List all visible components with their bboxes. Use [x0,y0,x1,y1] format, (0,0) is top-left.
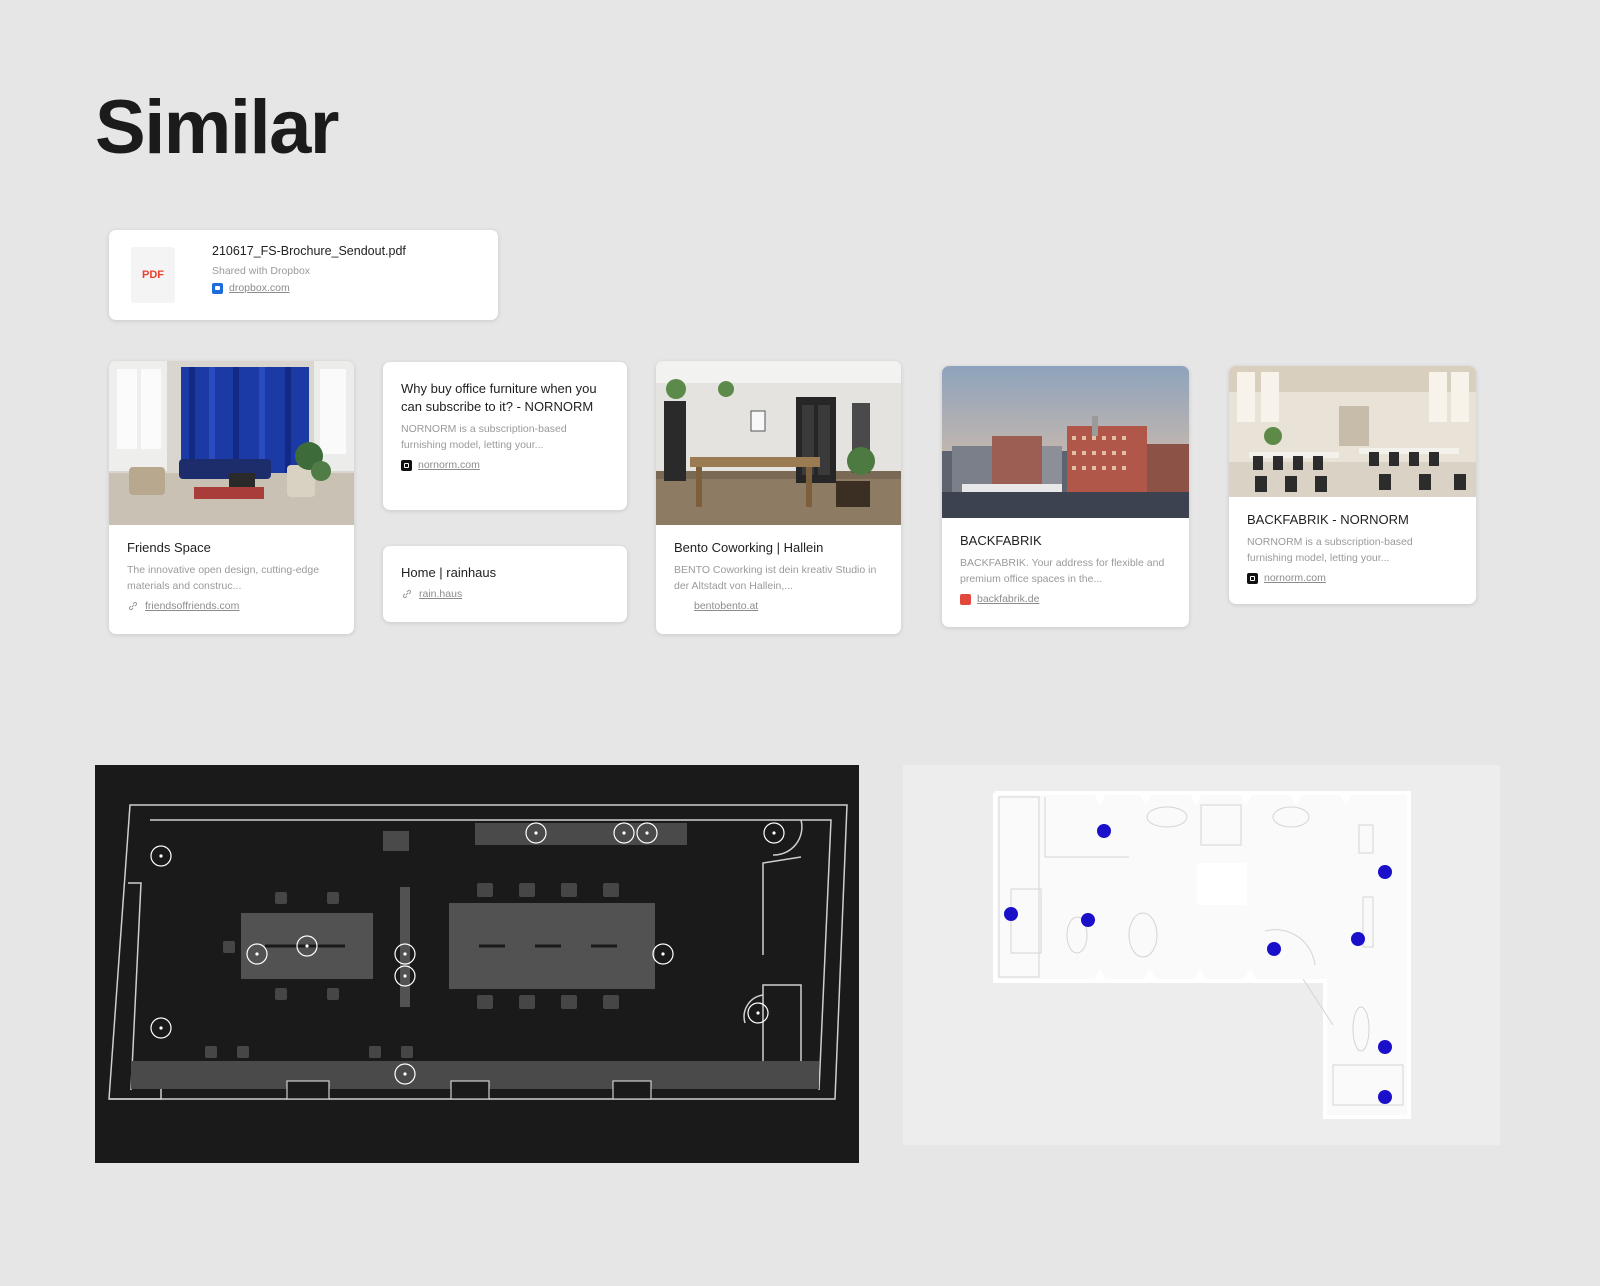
link-card-bento-coworking[interactable]: Bento Coworking | Hallein BENTO Coworkin… [656,361,901,634]
card-image-bento-coworking [656,361,901,525]
pdf-file-icon: PDF [131,247,175,303]
card-description: NORNORM is a subscription-based furnishi… [401,423,567,451]
card-title[interactable]: Bento Coworking | Hallein [674,539,883,557]
pdf-file-card[interactable]: PDF 210617_FS-Brochure_Sendout.pdf Share… [109,230,498,320]
nornorm-icon [1247,572,1258,584]
card-image-backfabrik [942,366,1189,518]
link-card-nornorm[interactable]: Why buy office furniture when you can su… [383,362,627,510]
card-source-link[interactable]: nornorm.com [401,459,609,471]
card-source-link[interactable]: rain.haus [401,588,609,600]
card-image-backfabrik-nornorm [1229,366,1476,497]
card-source-url[interactable]: rain.haus [419,588,462,600]
card-source-url[interactable]: friendsoffriends.com [145,600,239,612]
pdf-source-url[interactable]: dropbox.com [229,282,290,294]
card-source-url[interactable]: nornorm.com [1264,572,1326,584]
card-source-url[interactable]: bentobento.at [694,600,758,612]
backfabrik-icon [960,593,971,605]
floor-plan-dark[interactable] [95,765,859,1163]
link-card-friends-space[interactable]: Friends Space The innovative open design… [109,361,354,634]
card-source-url[interactable]: nornorm.com [418,459,480,471]
link-card-backfabrik-nornorm[interactable]: BACKFABRIK - NORNORM NORNORM is a subscr… [1229,366,1476,604]
pdf-source-link[interactable]: dropbox.com [212,282,406,294]
card-description: BENTO Coworking ist dein kreativ Studio … [674,564,877,592]
card-source-link[interactable]: friendsoffriends.com [127,600,336,612]
card-title[interactable]: BACKFABRIK - NORNORM [1247,511,1458,529]
page-title: Similar [95,85,339,170]
card-source-link[interactable]: bentobento.at [674,600,883,612]
link-icon [402,589,412,599]
nornorm-icon [401,459,412,471]
card-source-link[interactable]: backfabrik.de [960,593,1171,605]
dropbox-icon [212,282,223,294]
card-title[interactable]: Why buy office furniture when you can su… [401,380,609,416]
link-card-rainhaus[interactable]: Home | rainhaus rain.haus [383,546,627,622]
card-source-link[interactable]: nornorm.com [1247,572,1458,584]
card-image-friends-space [109,361,354,525]
link-icon [128,601,138,611]
link-card-backfabrik[interactable]: BACKFABRIK BACKFABRIK. Your address for … [942,366,1189,627]
card-description: BACKFABRIK. Your address for flexible an… [960,557,1165,585]
card-title[interactable]: Friends Space [127,539,336,557]
pdf-shared-subtitle: Shared with Dropbox [212,265,311,277]
card-title[interactable]: BACKFABRIK [960,532,1171,550]
card-description: The innovative open design, cutting-edge… [127,564,320,592]
card-description: NORNORM is a subscription-based furnishi… [1247,536,1413,564]
card-title[interactable]: Home | rainhaus [401,564,609,582]
pdf-file-name[interactable]: 210617_FS-Brochure_Sendout.pdf [212,244,406,258]
card-source-url[interactable]: backfabrik.de [977,593,1039,605]
floor-plan-light[interactable] [903,765,1500,1145]
